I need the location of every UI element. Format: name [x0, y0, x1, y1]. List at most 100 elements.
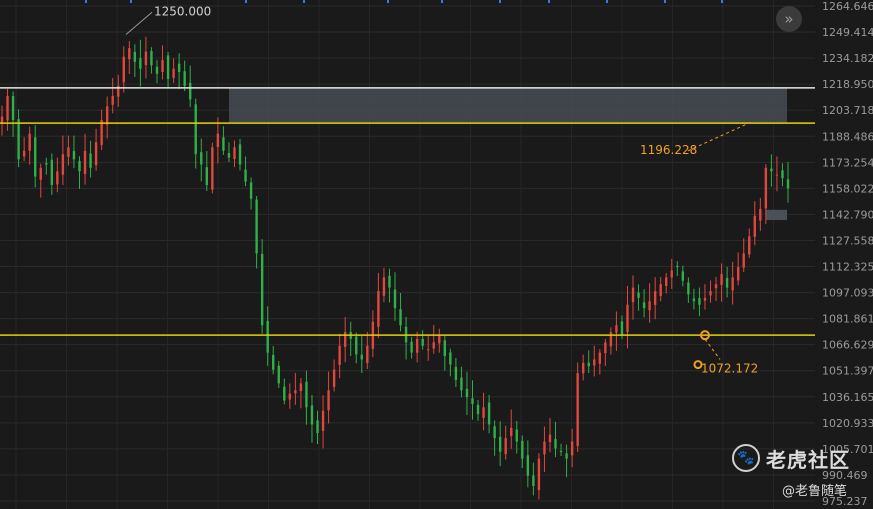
- candle-body: [631, 287, 635, 303]
- candle-body: [604, 342, 607, 354]
- candle-body: [687, 282, 690, 295]
- candle-body: [620, 321, 624, 336]
- candle-body: [493, 426, 496, 439]
- candle-body: [260, 253, 264, 326]
- candle-body: [598, 352, 602, 364]
- watermark-name: 老虎社区: [766, 448, 850, 472]
- candle-body: [122, 56, 125, 83]
- candle-body: [415, 338, 419, 353]
- candle-body: [637, 292, 640, 298]
- y-tick-label: 1081.861: [822, 313, 873, 326]
- candle-body: [432, 342, 435, 349]
- candle-body: [786, 179, 790, 189]
- candle-body: [626, 304, 629, 332]
- candle-body: [587, 362, 590, 367]
- candle-body: [72, 150, 76, 160]
- candle-body: [150, 51, 153, 66]
- candle-body: [277, 365, 280, 384]
- y-tick-label: 1020.933: [822, 417, 873, 430]
- candle-body: [172, 68, 175, 79]
- candle-body: [194, 104, 197, 155]
- candle-body: [266, 320, 269, 353]
- candle-body: [283, 386, 286, 401]
- candle-body: [17, 119, 20, 160]
- candle-body: [377, 291, 380, 327]
- candle-body: [321, 410, 325, 431]
- candle-body: [105, 106, 109, 125]
- candle-body: [144, 51, 148, 65]
- candle-body: [465, 388, 469, 398]
- candle-body: [338, 345, 341, 365]
- candle-body: [515, 429, 518, 442]
- horizontal-lines: [0, 87, 815, 336]
- y-tick-label: 1264.646: [822, 0, 873, 13]
- high-label: 1250.000: [154, 5, 211, 19]
- candle-body: [665, 277, 668, 286]
- candle-body: [759, 208, 762, 221]
- candle-body: [581, 362, 585, 374]
- candle-body: [736, 267, 740, 281]
- candle-body: [526, 455, 530, 476]
- candle-body: [83, 150, 87, 174]
- double-chevron-right-icon: »: [784, 10, 794, 28]
- candle-body: [233, 147, 236, 160]
- candle-body: [648, 301, 651, 311]
- candle-body: [133, 51, 137, 62]
- candle-body: [725, 277, 729, 288]
- candle-body: [482, 407, 485, 418]
- candle-body: [39, 167, 42, 180]
- candle-body: [543, 441, 546, 455]
- y-tick-label: 1249.414: [822, 26, 873, 39]
- watermark-author: @老鲁随笔: [782, 484, 848, 499]
- candle-body: [537, 458, 541, 491]
- candle-body: [200, 152, 203, 165]
- candle-body: [355, 336, 358, 355]
- candle-body: [227, 153, 231, 158]
- y-tick-label: 1097.093: [822, 287, 873, 300]
- candle-body: [327, 390, 330, 411]
- candle-body: [11, 95, 15, 120]
- price-chart: 1264.646 1249.414 1234.182 1218.950 1203.718…: [0, 0, 873, 509]
- candle-body: [753, 215, 756, 237]
- candle-body: [676, 265, 679, 268]
- candle-body: [609, 332, 613, 347]
- candle-body: [222, 137, 225, 151]
- candle-body: [310, 405, 314, 425]
- candle-body: [388, 275, 391, 288]
- candle-body: [161, 60, 164, 72]
- candle-body: [714, 284, 718, 289]
- annotations: 1250.000 1196.228 1072.172: [125, 5, 758, 375]
- y-tick-label: 1142.790: [822, 208, 873, 221]
- candle-body: [183, 71, 186, 86]
- candle-body: [343, 332, 347, 347]
- candle-body: [61, 154, 65, 175]
- candle-body: [166, 55, 170, 79]
- zone-marker-rect: [766, 209, 787, 221]
- candle-body: [703, 297, 707, 301]
- candle-body: [532, 475, 535, 487]
- candle-body: [449, 352, 452, 365]
- candle-body: [670, 270, 673, 278]
- candle-body: [548, 434, 552, 443]
- candle-body: [487, 402, 491, 425]
- candle-body: [770, 168, 773, 172]
- candle-body: [521, 440, 524, 459]
- candle-body: [410, 341, 413, 353]
- candle-body: [205, 167, 209, 185]
- candle-body: [255, 199, 258, 254]
- y-tick-label: 1051.397: [822, 365, 873, 378]
- y-tick-label: 1188.486: [822, 130, 873, 143]
- y-tick-label: 1112.325: [822, 261, 873, 274]
- candle-body: [50, 159, 54, 185]
- candle-body: [438, 335, 441, 344]
- candle-body: [177, 63, 181, 73]
- candle-body: [421, 338, 424, 346]
- tiger-logo-icon: 🐾: [732, 444, 760, 472]
- expand-panel-button[interactable]: »: [776, 6, 802, 32]
- candle-body: [305, 381, 308, 408]
- candle-body: [681, 271, 685, 281]
- candle-body: [249, 182, 253, 199]
- candle-body: [188, 82, 192, 100]
- y-tick-label: 1203.718: [822, 104, 873, 117]
- candle-body: [366, 345, 369, 363]
